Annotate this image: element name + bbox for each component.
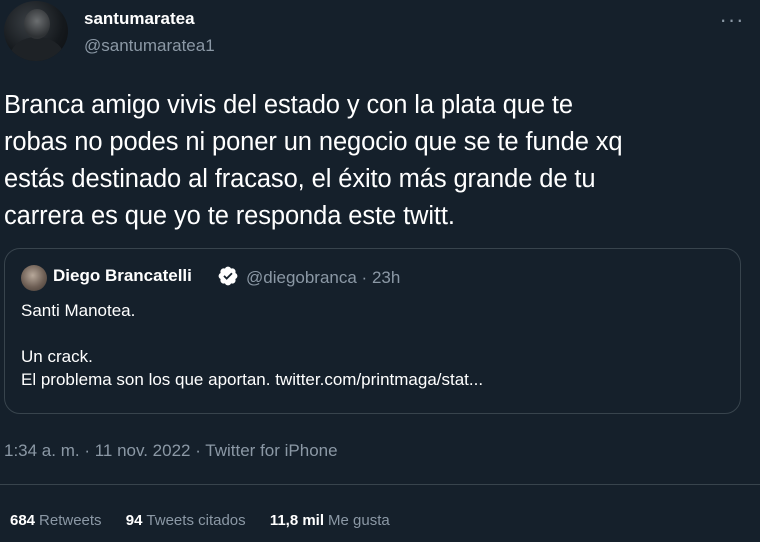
verified-badge-icon bbox=[218, 266, 238, 286]
author-handle[interactable]: @santumaratea1 bbox=[84, 36, 215, 56]
quoted-line-1: Santi Manotea. bbox=[21, 301, 136, 320]
quoted-line-gap bbox=[21, 322, 721, 345]
quote-tweets-stat[interactable]: 94 Tweets citados bbox=[126, 512, 246, 529]
avatar-shoulders bbox=[10, 37, 64, 61]
divider bbox=[0, 484, 760, 485]
quoted-author-avatar bbox=[21, 265, 47, 291]
retweets-label: Retweets bbox=[39, 512, 102, 529]
avatar-head bbox=[24, 9, 50, 39]
quoted-author-name: Diego Brancatelli bbox=[53, 266, 192, 285]
quoted-line-3: El problema son los que aportan. twitter… bbox=[21, 370, 484, 389]
tweet-text: Branca amigo vivis del estado y con la p… bbox=[4, 91, 623, 230]
tweet-timestamp[interactable]: 1:34 a. m. · 11 nov. 2022 · Twitter for … bbox=[4, 441, 338, 461]
quoted-line-2: Un crack. bbox=[21, 347, 93, 366]
quoted-tweet-text: Santi Manotea. Un crack. El problema son… bbox=[21, 299, 721, 391]
retweets-count: 684 bbox=[10, 512, 36, 529]
author-display-name[interactable]: santumaratea bbox=[84, 9, 195, 29]
tweet-header: santumaratea @santumaratea1 ··· bbox=[0, 0, 760, 70]
likes-label: Me gusta bbox=[328, 512, 390, 529]
likes-count: 11,8 mil bbox=[269, 512, 325, 529]
engagement-stats: 684 Retweets 94 Tweets citados 11,8 mil Me … bbox=[10, 512, 410, 529]
more-options-icon[interactable]: ··· bbox=[712, 4, 752, 36]
quoted-handle-time: @diegobranca · 23h bbox=[246, 268, 401, 287]
likes-stat[interactable]: 11,8 mil Me gusta bbox=[270, 512, 390, 529]
author-avatar[interactable] bbox=[4, 1, 68, 61]
quote-tweets-label: Tweets citados bbox=[146, 512, 246, 529]
quote-tweets-count: 94 bbox=[125, 512, 143, 529]
quoted-tweet-card[interactable]: Diego Brancatelli @diegobranca · 23h San… bbox=[4, 248, 741, 414]
retweets-stat[interactable]: 684 Retweets bbox=[10, 512, 102, 529]
